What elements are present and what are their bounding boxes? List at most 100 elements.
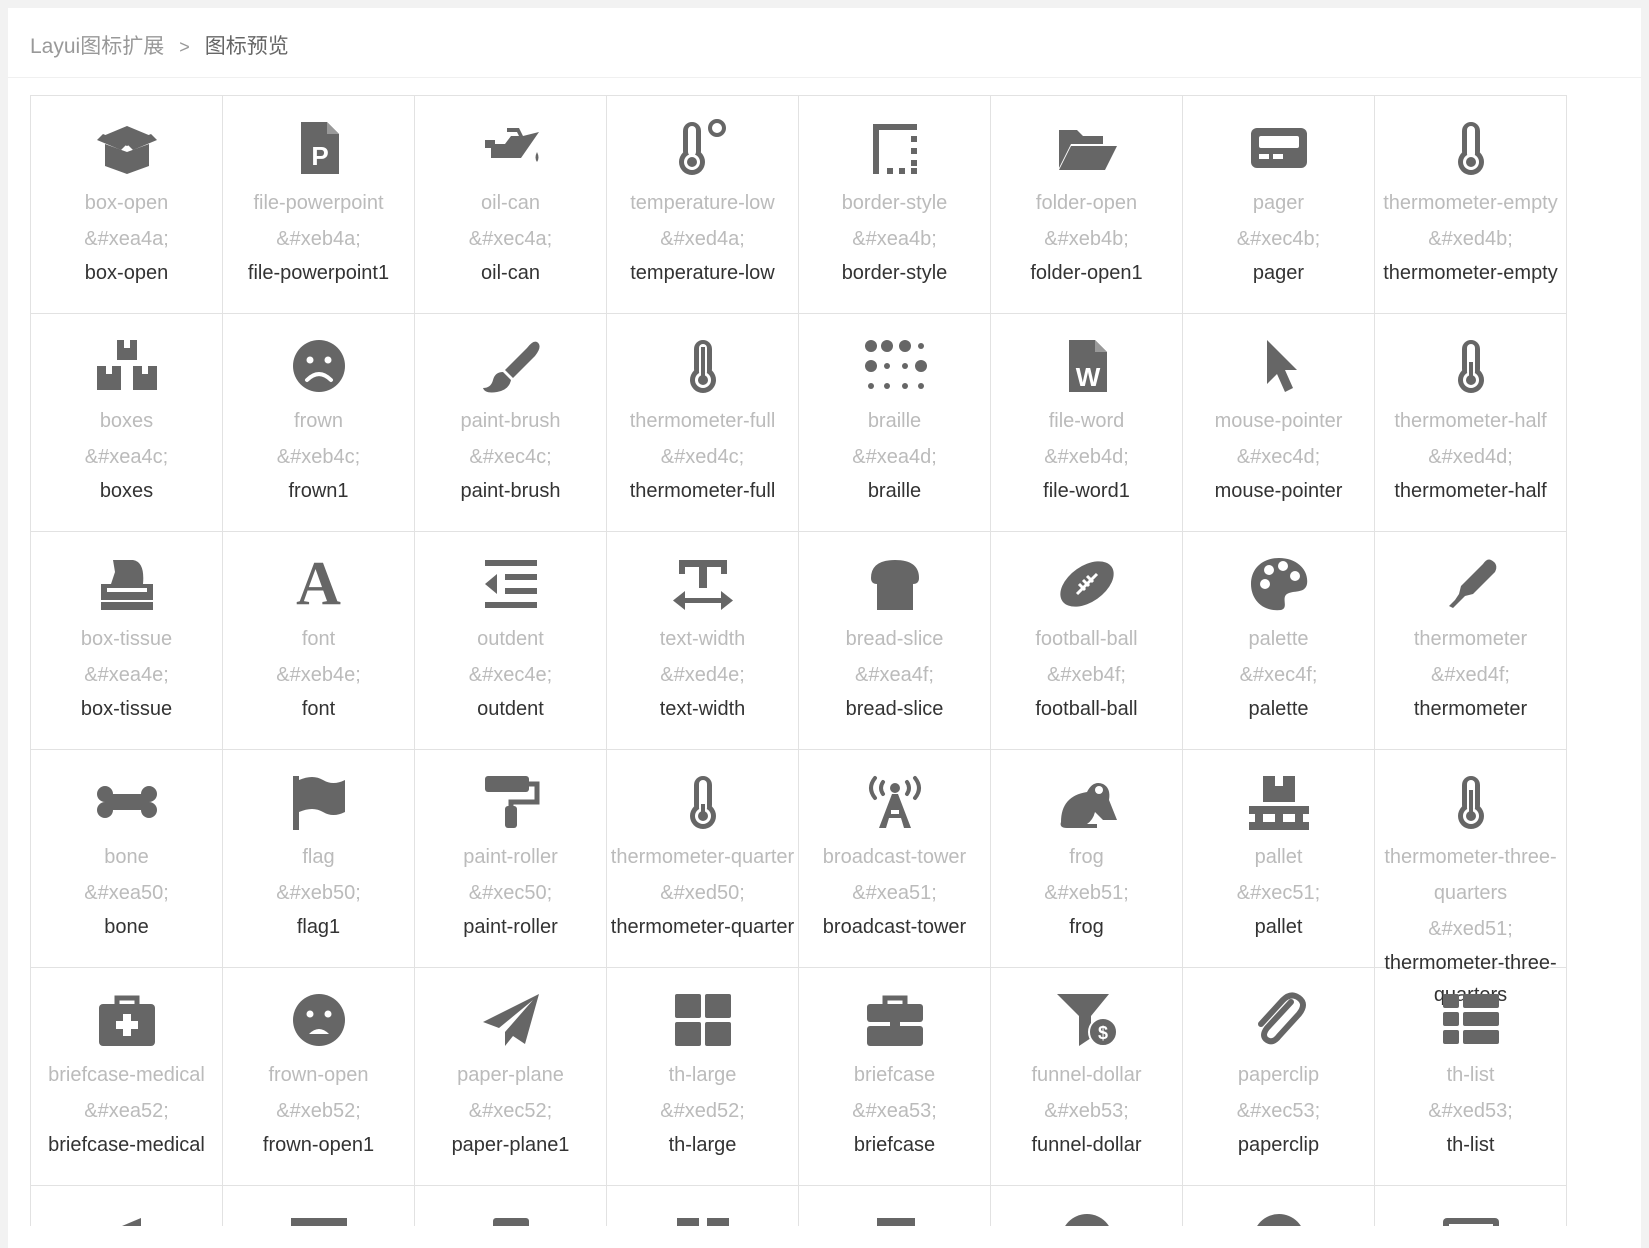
icon-card[interactable]: frown-open &#xeb52; frown-open1 (223, 968, 415, 1186)
icon-card[interactable]: Wfile-word &#xeb4d; file-word1 (991, 314, 1183, 532)
icon-card[interactable]: broadcast-tower &#xea51; broadcast-tower (799, 750, 991, 968)
icon-card[interactable]: mouse-pointer &#xec4d; mouse-pointer (1183, 314, 1375, 532)
icon-card[interactable]: folder-open &#xeb4b; folder-open1 (991, 96, 1183, 314)
icon-class-name: bread-slice (845, 628, 944, 650)
outdent-icon (415, 532, 606, 614)
icon-font-name: paint-brush (460, 480, 561, 502)
icon-card[interactable]: box-tissue &#xea4e; box-tissue (31, 532, 223, 750)
paint-roller-icon (415, 750, 606, 832)
icon-card[interactable]: Afont &#xeb4e; font (223, 532, 415, 750)
icon-unicode: &#xed4f; (1431, 664, 1510, 686)
icon-font-name: frown1 (288, 480, 349, 502)
icon-font-name: funnel-dollar (1031, 1134, 1142, 1156)
icon-card[interactable]: briefcase-medical &#xea52; briefcase-medic… (31, 968, 223, 1186)
icon-class-name: thermometer-full (629, 410, 776, 432)
icon-card[interactable]: frown &#xeb4c; frown1 (223, 314, 415, 532)
icon-unicode: &#xeb4c; (276, 446, 361, 468)
mouse-pointer-icon (1183, 314, 1374, 396)
icon-font-name: thermometer-full (629, 480, 776, 502)
icon-card[interactable]: text-width &#xed4e; text-width (607, 532, 799, 750)
temperature-low-icon (607, 96, 798, 178)
icon-unicode: &#xec4f; (1239, 664, 1318, 686)
icon-card[interactable] (799, 1186, 991, 1226)
icon-unicode: &#xec52; (468, 1100, 553, 1122)
icon-card[interactable] (991, 1186, 1183, 1226)
icon-font-name: pager (1252, 262, 1305, 284)
icon-card[interactable] (31, 1186, 223, 1226)
icon-card[interactable]: flag &#xeb50; flag1 (223, 750, 415, 968)
icon-card[interactable] (1375, 1186, 1567, 1226)
icon-unicode: &#xea51; (852, 882, 937, 904)
icon-card[interactable]: palette &#xec4f; palette (1183, 532, 1375, 750)
icon-card[interactable]: bone &#xea50; bone (31, 750, 223, 968)
icon-card[interactable]: thermometer &#xed4f; thermometer (1375, 532, 1567, 750)
icon-font-name: mouse-pointer (1214, 480, 1343, 502)
icon-card[interactable]: braille &#xea4d; braille (799, 314, 991, 532)
icon-card[interactable]: football-ball &#xeb4f; football-ball (991, 532, 1183, 750)
icon-card[interactable]: thermometer-full &#xed4c; thermometer-full (607, 314, 799, 532)
paint-brush-alt-icon (415, 1186, 606, 1226)
icon-unicode: &#xec51; (1236, 882, 1321, 904)
icon-card[interactable] (607, 1186, 799, 1226)
icon-font-name: paint-roller (463, 916, 558, 938)
content-panel: Layui图标扩展 > 图标预览 box-open &#xea4a; box-open P… (8, 8, 1641, 1248)
icon-class-name: folder-open (1035, 192, 1138, 214)
breadcrumb-separator: > (179, 37, 190, 57)
icon-class-name: temperature-low (630, 192, 775, 214)
icon-card[interactable]: box-open &#xea4a; box-open (31, 96, 223, 314)
icon-card[interactable] (223, 1186, 415, 1226)
icon-card[interactable]: paint-roller &#xec50; paint-roller (415, 750, 607, 968)
border-style-icon (799, 96, 990, 178)
icon-unicode: &#xed4c; (660, 446, 745, 468)
icon-class-name: file-word (1048, 410, 1125, 432)
icon-card[interactable]: bread-slice &#xea4f; bread-slice (799, 532, 991, 750)
icon-unicode: &#xec53; (1236, 1100, 1321, 1122)
icon-class-name: frog (1069, 846, 1104, 868)
icon-card[interactable]: pager &#xec4b; pager (1183, 96, 1375, 314)
icon-class-name: frown (294, 410, 343, 432)
icon-card[interactable]: pallet &#xec51; pallet (1183, 750, 1375, 968)
icon-class-name: thermometer-empty (1383, 192, 1558, 214)
icon-class-name: text-width (659, 628, 746, 650)
icon-font-name: th-large (668, 1134, 737, 1156)
icon-card[interactable]: Pfile-powerpoint &#xeb4a; file-powerpoint1 (223, 96, 415, 314)
icon-unicode: &#xeb4a; (276, 228, 361, 250)
icon-card[interactable]: paint-brush &#xec4c; paint-brush (415, 314, 607, 532)
bone-icon (31, 750, 222, 832)
icon-card[interactable]: th-large &#xed52; th-large (607, 968, 799, 1186)
icon-card[interactable]: frog &#xeb51; frog (991, 750, 1183, 968)
pager-icon (1183, 96, 1374, 178)
icon-card[interactable]: $ funnel-dollar &#xeb53; funnel-dollar (991, 968, 1183, 1186)
icon-unicode: &#xec4d; (1236, 446, 1321, 468)
icon-class-name: paperclip (1237, 1064, 1320, 1086)
icon-card[interactable]: thermometer-three-quarters &#xed51; thermo… (1375, 750, 1567, 1006)
icon-card[interactable] (1183, 1186, 1375, 1226)
frog-icon (991, 750, 1182, 832)
icon-font-name: bread-slice (845, 698, 944, 720)
icon-unicode: &#xeb4f; (1047, 664, 1126, 686)
icon-card[interactable]: th-list &#xed53; th-list (1375, 968, 1567, 1186)
icon-card[interactable]: paper-plane &#xec52; paper-plane1 (415, 968, 607, 1186)
icon-card[interactable]: thermometer-quarter &#xed50; thermometer-q… (607, 750, 799, 968)
icon-card[interactable]: thermometer-empty &#xed4b; thermometer-emp… (1375, 96, 1567, 314)
icon-font-name: outdent (477, 698, 544, 720)
icon-card[interactable]: paperclip &#xec53; paperclip (1183, 968, 1375, 1186)
frown-open-icon (223, 968, 414, 1050)
icon-font-name: thermometer (1413, 698, 1528, 720)
icon-card[interactable] (415, 1186, 607, 1226)
icon-card[interactable]: border-style &#xea4b; border-style (799, 96, 991, 314)
icon-card[interactable]: temperature-low &#xed4a; temperature-low (607, 96, 799, 314)
icon-class-name: th-large (668, 1064, 737, 1086)
icon-card[interactable]: oil-can &#xec4a; oil-can (415, 96, 607, 314)
icon-font-name: boxes (99, 480, 154, 502)
icon-unicode: &#xed4a; (660, 228, 745, 250)
icon-card[interactable]: briefcase &#xea53; briefcase (799, 968, 991, 1186)
box-open-icon (31, 96, 222, 178)
icon-class-name: font (301, 628, 336, 650)
icon-class-name: thermometer-half (1394, 410, 1547, 432)
icon-card[interactable]: thermometer-half &#xed4d; thermometer-half (1375, 314, 1567, 532)
breadcrumb-home-link[interactable]: Layui图标扩展 (30, 35, 164, 58)
icon-card[interactable]: boxes &#xea4c; boxes (31, 314, 223, 532)
icon-card[interactable]: outdent &#xec4e; outdent (415, 532, 607, 750)
icon-font-name: oil-can (481, 262, 540, 284)
